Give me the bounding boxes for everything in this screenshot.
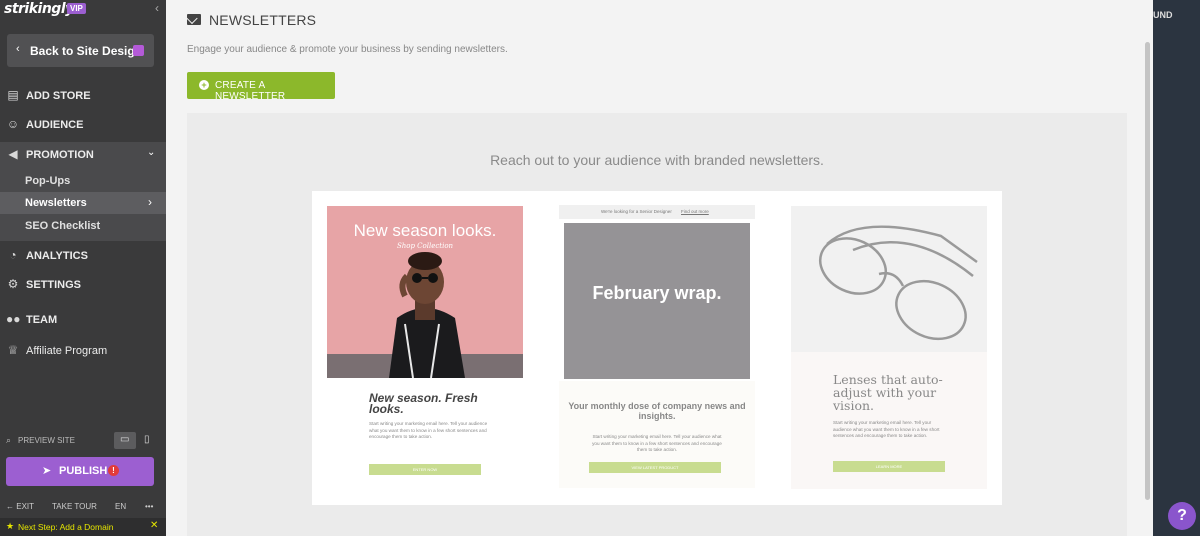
eyeglasses-image [819,225,978,341]
template-card-1-image: New season looks. Shop Collection [327,206,523,378]
megaphone-icon: ◀ [8,147,18,161]
plus-icon: + [199,80,209,90]
card1-heading: New season. Fresh looks. [369,391,478,416]
card3-button-label: LEARN MORE [875,464,903,469]
envelope-icon [187,14,201,25]
nav-add-store[interactable]: ▤ ADD STORE [0,82,166,110]
card2-banner: We're looking for a Senior Designer Find… [559,205,755,219]
nav-affiliate-label: Affiliate Program [26,345,108,357]
card3-heading: Lenses that auto-adjust with your vision… [833,372,943,413]
audience-icon: ☺ [6,117,20,131]
main-content: NEWSLETTERS Engage your audience & promo… [166,0,1153,536]
card2-button-label: VIEW LATEST PRODUCT [631,465,679,470]
nav-analytics[interactable]: ◔ ANALYTICS [0,242,166,270]
template-card-2-image: February wrap. [564,223,750,379]
language-selector[interactable]: EN [115,502,126,511]
preview-strip-text: UND [1153,10,1173,20]
back-button-label: Back to Site Design [30,44,143,58]
scroll-thumb[interactable] [1145,42,1150,500]
back-to-site-design-button[interactable]: ‹ Back to Site Design [7,34,154,67]
card1-button[interactable]: ENTER NOW [369,464,481,475]
template-card-3-body: Lenses that auto-adjust with your vision… [791,352,987,489]
analytics-icon: ◔ [9,248,17,262]
sidebar: strikingly VIP ‹ ‹ Back to Site Design ▤… [0,0,166,536]
store-icon: ▤ [7,88,19,102]
logo-row: strikingly VIP ‹ [4,0,164,20]
chevron-left-icon: ‹ [16,43,20,55]
nav-team-label: TEAM [26,314,58,326]
publish-warning-badge: ! [108,465,119,476]
close-icon[interactable]: ✕ [150,520,158,531]
create-newsletter-label: CREATE A NEWSLETTER [215,80,286,102]
sub-item-popups[interactable]: Pop-Ups [0,170,166,192]
page-title: NEWSLETTERS [209,12,317,28]
nav-team[interactable]: ●● TEAM [0,306,166,334]
card2-banner-text: We're looking for a Senior Designer [601,209,672,214]
card2-button[interactable]: VIEW LATEST PRODUCT [589,462,721,473]
sub-item-popups-label: Pop-Ups [25,175,71,187]
trophy-icon: ♕ [7,343,19,357]
desktop-icon: ▭ [120,434,130,445]
team-icon: ●● [6,312,21,326]
take-tour-link[interactable]: TAKE TOUR [52,502,97,511]
sub-item-newsletters[interactable]: Newsletters › [0,192,166,214]
publish-button[interactable]: ➤ PUBLISH ! [6,457,154,486]
vip-badge: VIP [67,3,86,14]
gear-icon: ⚙ [7,277,19,291]
create-newsletter-button[interactable]: + CREATE A NEWSLETTER [187,72,335,102]
nav-audience[interactable]: ☺ AUDIENCE [0,111,166,139]
template-card-3-image [791,206,987,352]
nav-promotion[interactable]: ◀ PROMOTION ⌄ [0,141,166,169]
newsletter-templates: New season looks. Shop Collection New se… [312,191,1002,505]
collapse-sidebar-icon[interactable]: ‹ [155,1,159,15]
chevron-right-icon: › [148,195,152,209]
card3-body-text: Start writing your marketing email here.… [833,420,940,438]
site-thumbnail-icon [133,45,144,56]
nav-add-store-label: ADD STORE [26,90,91,102]
exit-label: EXIT [16,502,35,511]
sub-item-seo-checklist[interactable]: SEO Checklist [0,215,166,237]
nav-audience-label: AUDIENCE [26,119,84,131]
panel-title: Reach out to your audience with branded … [490,152,824,168]
exit-link[interactable]: ← EXIT [6,502,34,511]
page-subtitle: Engage your audience & promote your busi… [187,44,508,55]
mobile-icon: ▯ [144,434,150,445]
card1-body-text: Start writing your marketing email here.… [369,421,488,439]
card2-banner-link[interactable]: Find out more [681,209,709,214]
site-preview-strip: UND ? [1153,0,1200,536]
star-icon: ★ [6,521,15,531]
nav-settings[interactable]: ⚙ SETTINGS [0,271,166,299]
card2-heading: Your monthly dose of company news and in… [568,401,746,421]
publish-label: PUBLISH [59,465,108,477]
preview-site-row: ⌕ PREVIEW SITE ▭ ▯ [6,432,160,449]
rocket-icon: ➤ [42,465,52,477]
card1-button-label: ENTER NOW [412,467,438,472]
main-scrollbar[interactable] [1142,0,1153,536]
fashion-model-image [327,252,523,378]
newsletter-showcase-panel: Reach out to your audience with branded … [187,113,1127,536]
help-button[interactable]: ? [1168,502,1196,530]
nav-settings-label: SETTINGS [26,279,82,291]
nav-promotion-label: PROMOTION [26,149,94,161]
template-card-2-body: Your monthly dose of company news and in… [559,381,755,488]
more-menu-icon[interactable]: ••• [145,502,153,511]
mobile-preview-button[interactable]: ▯ [138,432,154,449]
nav-analytics-label: ANALYTICS [26,250,88,262]
template-card-1-body: New season. Fresh looks. Start writing y… [327,378,523,488]
nav-affiliate-program[interactable]: ♕ Affiliate Program [0,337,166,365]
search-icon: ⌕ [6,435,12,445]
card3-button[interactable]: LEARN MORE [833,461,945,472]
card2-body-text: Start writing your marketing email here.… [592,434,722,452]
desktop-preview-button[interactable]: ▭ [114,432,136,449]
preview-site-link[interactable]: PREVIEW SITE [18,436,75,445]
chevron-down-icon: ⌄ [147,147,156,158]
card2-title: February wrap. [592,283,722,303]
next-step-bar[interactable]: ★ Next Step: Add a Domain ✕ [0,518,166,536]
sub-item-newsletters-label: Newsletters [25,197,87,209]
strikingly-logo[interactable]: strikingly [4,1,74,17]
sub-item-seo-label: SEO Checklist [25,220,101,232]
sidebar-footer: ← EXIT TAKE TOUR EN ••• [0,500,166,514]
next-step-label: Next Step: Add a Domain [18,522,114,532]
